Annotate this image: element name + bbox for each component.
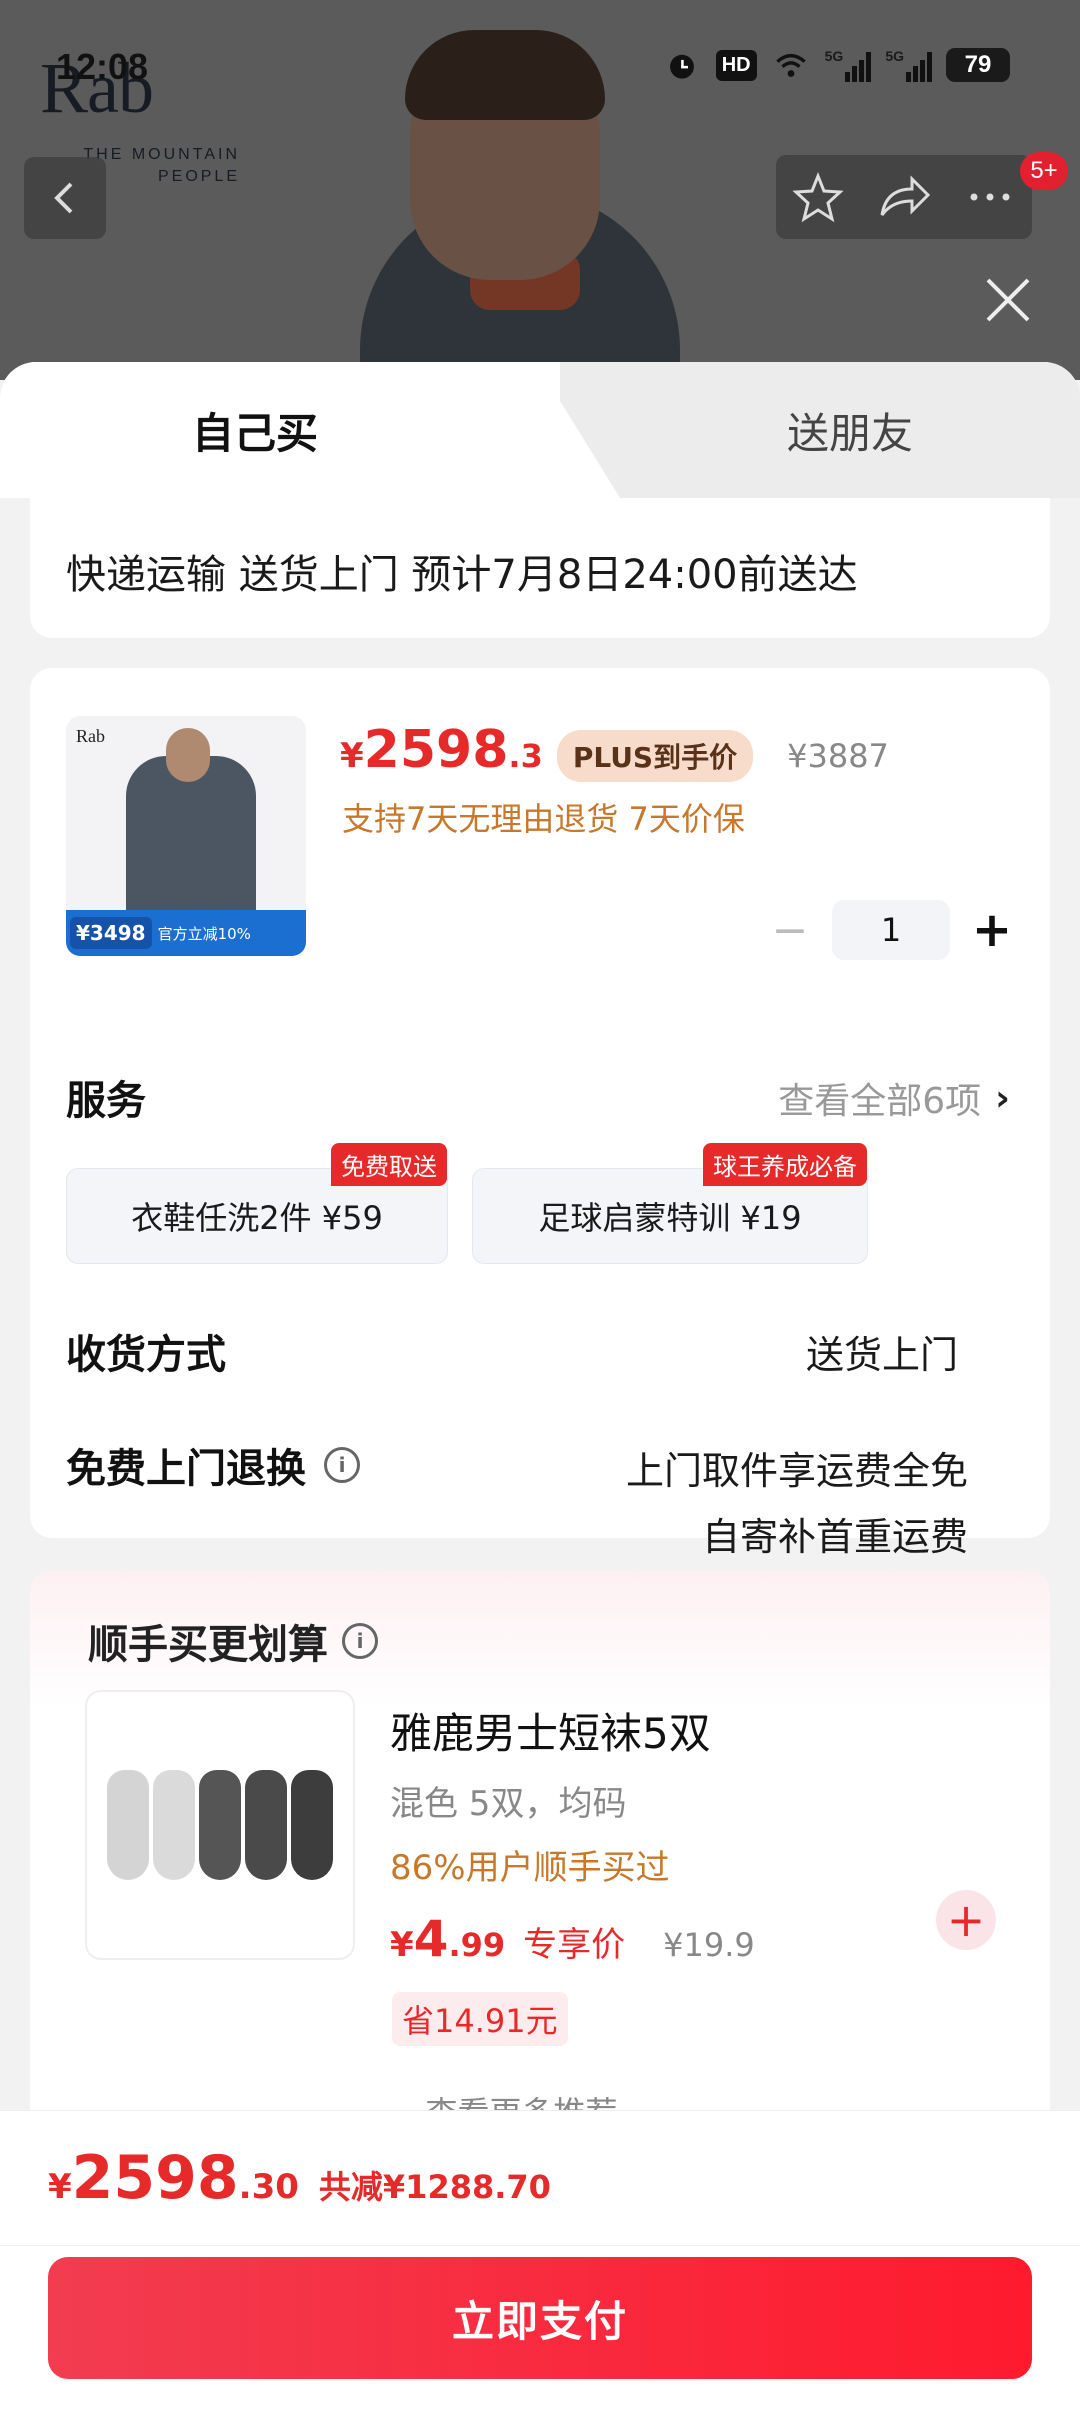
status-time: 12:08 [56,46,149,87]
service-option-badge: 免费取送 [331,1143,447,1186]
free-return-title: 免费上门退换 i [66,1436,360,1494]
services-view-all-label: 查看全部6项 [778,1081,982,1122]
sock-image [199,1770,241,1880]
addon-recommendation-card: 顺手买更划算 i 雅鹿男士短袜5双 混色 5双，均码 86%用户顺手买过 ¥4.… [30,1570,1050,2132]
tab-buy-for-self[interactable]: 自己买 [0,362,560,498]
chevron-right-icon: › [995,1077,1010,1119]
order-total: ¥2598.30 共减¥1288.70 [48,2143,551,2213]
thumb-promo-strip: ¥3498 官方立减10% [66,910,306,956]
free-return-title-label: 免费上门退换 [66,1446,306,1492]
product-price-row: ¥2598.3 PLUS到手价 ¥3887 [340,720,889,782]
star-icon[interactable] [792,171,844,223]
tab-buy-for-self-label: 自己买 [191,408,318,458]
quantity-decrease-button[interactable]: − [770,905,810,956]
total-price: ¥2598.30 [48,2143,299,2213]
quantity-input[interactable]: 1 [832,900,950,960]
pay-now-button[interactable]: 立即支付 [48,2257,1032,2379]
share-icon[interactable] [876,171,932,223]
price-decimal: .3 [508,737,543,775]
status-bar: 12:08 HD 5G 5G 79 [0,0,1080,140]
info-icon[interactable]: i [342,1623,378,1659]
shipping-method-title: 收货方式 [66,1332,226,1378]
total-discount: 共减¥1288.70 [318,2168,551,2206]
addon-product-name[interactable]: 雅鹿男士短袜5双 [390,1700,711,1761]
back-button[interactable] [24,157,106,239]
product-price: ¥2598.3 [340,720,543,780]
tab-gift-to-friend[interactable]: 送朋友 [620,362,1080,498]
addon-popularity: 86%用户顺手买过 [390,1848,670,1888]
addon-price-decimal: .99 [448,1926,506,1964]
addon-price-currency: ¥ [390,1925,414,1965]
sock-image [107,1770,149,1880]
price-currency: ¥ [340,736,364,776]
plus-price-badge: PLUS到手价 [556,730,754,782]
signal-1-label: 5G [824,48,844,64]
return-policy-text: 支持7天无理由退货 7天价保 [342,800,745,838]
addon-section-title: 顺手买更划算 i [88,1612,378,1670]
delivery-info-card: 快递运输 送货上门 预计7月8日24:00前送达 [30,498,1050,638]
sock-image [245,1770,287,1880]
addon-savings-badge: 省14.91元 [392,1992,568,2046]
addon-product-spec: 混色 5双，均码 [390,1784,627,1824]
thumb-model-face [166,728,210,782]
addon-price-integer: 4 [413,1910,449,1968]
delivery-estimate: 快递运输 送货上门 预计7月8日24:00前送达 [66,552,858,598]
chevron-left-icon [54,182,73,214]
signal-1-icon: 5G [825,48,872,82]
checkout-footer: ¥2598.30 共减¥1288.70 立即支付 [0,2110,1080,2412]
services-title: 服务 [66,1078,146,1124]
service-option-label: 衣鞋任洗2件 ¥59 [131,1199,383,1237]
product-thumbnail[interactable]: Rab ¥3498 官方立减10% [66,716,306,956]
addon-original-price: ¥19.9 [663,1926,755,1964]
close-icon[interactable] [978,270,1038,330]
notification-badge: 5+ [1020,152,1068,190]
addon-product-thumbnail[interactable] [85,1690,355,1960]
service-option-laundry[interactable]: 衣鞋任洗2件 ¥59 免费取送 [66,1143,448,1264]
top-action-group [776,155,1032,239]
service-option-label: 足球启蒙特训 ¥19 [538,1199,802,1237]
addon-price-label: 专享价 [523,1925,626,1965]
wifi-icon [775,53,806,77]
status-icons: HD 5G 5G 79 [662,48,1010,82]
addon-price-row: ¥4.99 专享价 ¥19.9 [390,1910,755,1968]
addon-price: ¥4.99 [390,1910,505,1968]
sock-image [291,1770,333,1880]
shipping-method-value[interactable]: 送货上门 [806,1324,958,1379]
hd-icon: HD [715,49,757,81]
total-decimal: .30 [238,2167,299,2207]
thumb-brand-logo: Rab [76,726,105,746]
quantity-stepper: − 1 + [770,900,1012,960]
signal-2-icon: 5G [885,48,932,82]
checkout-sheet: 自己买 送朋友 快递运输 送货上门 预计7月8日24:00前送达 Rab ¥34… [0,362,1080,2412]
signal-2-label: 5G [885,48,904,64]
free-return-details: 上门取件享运费全免 自寄补首重运费 [626,1438,968,1570]
tab-gift-to-friend-label: 送朋友 [786,408,913,458]
services-view-all-link[interactable]: 查看全部6项 › [778,1072,1010,1124]
sock-image [153,1770,195,1880]
thumb-promo-text: 官方立减10% [157,924,251,943]
product-card: Rab ¥3498 官方立减10% ¥2598.3 PLUS到手价 ¥3887 … [30,668,1050,1559]
original-price: ¥3887 [787,737,889,775]
quantity-increase-button[interactable]: + [972,902,1012,958]
info-icon[interactable]: i [324,1447,360,1483]
service-option-football-training[interactable]: 足球启蒙特训 ¥19 球王养成必备 [472,1143,868,1264]
add-addon-button[interactable]: + [936,1890,996,1950]
price-integer: 2598 [363,720,509,780]
free-return-line-1: 上门取件享运费全免 [625,1449,968,1493]
footer-divider [0,2245,1080,2246]
thumb-price: ¥3498 [70,917,152,949]
alarm-icon [669,54,694,79]
total-integer: 2598 [71,2143,239,2213]
more-icon[interactable] [964,171,1016,223]
thumb-jacket [126,756,256,936]
service-option-badge: 球王养成必备 [703,1143,867,1186]
battery-icon: 79 [946,48,1010,82]
addon-section-title-label: 顺手买更划算 [88,1622,328,1668]
free-return-line-2: 自寄补首重运费 [701,1515,968,1559]
total-currency: ¥ [48,2167,72,2207]
purchase-tabs: 自己买 送朋友 [0,362,1080,498]
